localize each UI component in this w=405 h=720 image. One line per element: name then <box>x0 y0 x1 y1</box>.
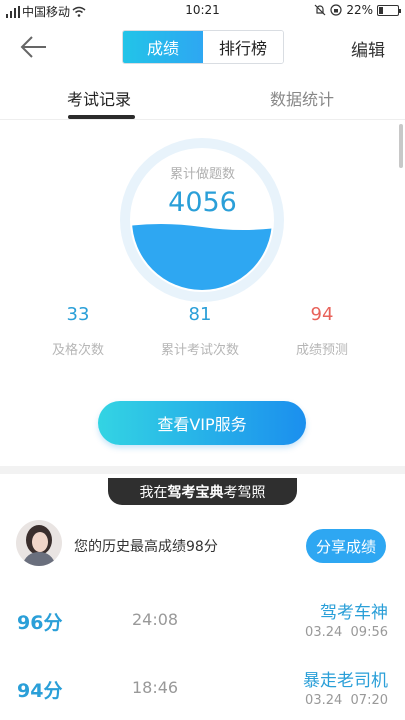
record-time: 09:56 <box>350 625 388 640</box>
back-button[interactable] <box>18 32 50 62</box>
record-datetime: 03.24 07:20 <box>305 693 388 708</box>
arrow-left-icon <box>20 36 46 58</box>
sub-tabs: 考试记录 数据统计 <box>0 76 405 120</box>
battery-percent: 22% <box>346 3 373 17</box>
record-title: 驾考车神 <box>320 603 388 623</box>
banner-prefix: 我在 <box>139 484 168 501</box>
record-duration: 24:08 <box>132 610 179 629</box>
exam-records-screen: 中国移动 10:21 22% 成绩 排行榜 编辑 考试记录 数据统计 累计做题数… <box>0 0 405 720</box>
record-date: 03.24 <box>305 625 343 640</box>
alarm-lock-icon <box>330 4 342 16</box>
score-prediction-value: 94 <box>310 304 334 325</box>
gauge-wave-fill <box>132 224 272 290</box>
active-tab-indicator <box>68 115 135 119</box>
tab-leaderboard[interactable]: 排行榜 <box>203 31 283 63</box>
record-score: 94分 <box>17 680 63 702</box>
record-row[interactable]: 96分 24:08 驾考车神 03.24 09:56 <box>0 592 405 652</box>
record-duration: 18:46 <box>132 678 179 697</box>
avatar-image <box>16 520 62 566</box>
exam-count-label: 累计考试次数 <box>160 343 239 358</box>
brand-banner: 我在 驾考宝典 考驾照 <box>108 478 297 505</box>
record-datetime: 03.24 09:56 <box>305 625 388 640</box>
record-time: 07:20 <box>350 693 388 708</box>
tab-scores[interactable]: 成绩 <box>123 31 203 63</box>
share-score-button[interactable]: 分享成绩 <box>306 529 386 563</box>
record-date: 03.24 <box>305 693 343 708</box>
banner-brand: 驾考宝典 <box>167 484 224 501</box>
best-score-text: 您的历史最高成绩98分 <box>74 539 218 555</box>
segment-control: 成绩 排行榜 <box>122 30 284 64</box>
record-row[interactable]: 94分 18:46 暴走老司机 03.24 07:20 <box>0 660 405 720</box>
tab-exam-records[interactable]: 考试记录 <box>67 86 131 110</box>
battery-fill <box>379 6 383 14</box>
gauge-label: 累计做题数 <box>169 167 235 182</box>
avatar[interactable] <box>16 520 62 566</box>
gauge-value: 4056 <box>168 187 237 218</box>
pass-count-value: 33 <box>66 304 90 325</box>
edit-button[interactable]: 编辑 <box>351 36 385 61</box>
section-divider <box>0 466 405 474</box>
record-score: 96分 <box>17 612 63 634</box>
exam-count-value: 81 <box>188 304 212 325</box>
pass-count-label: 及格次数 <box>51 343 104 358</box>
record-title: 暴走老司机 <box>303 671 388 691</box>
bell-off-icon <box>314 4 326 16</box>
view-vip-button[interactable]: 查看VIP服务 <box>98 401 306 445</box>
battery-icon <box>377 4 401 16</box>
scrollbar-thumb[interactable] <box>399 124 403 168</box>
header: 成绩 排行榜 编辑 <box>0 26 405 70</box>
status-right: 22% <box>314 3 401 17</box>
status-bar: 中国移动 10:21 22% <box>0 0 405 22</box>
banner-suffix: 考驾照 <box>223 484 266 501</box>
tab-data-statistics[interactable]: 数据统计 <box>270 86 334 110</box>
score-prediction-label: 成绩预测 <box>295 343 348 358</box>
